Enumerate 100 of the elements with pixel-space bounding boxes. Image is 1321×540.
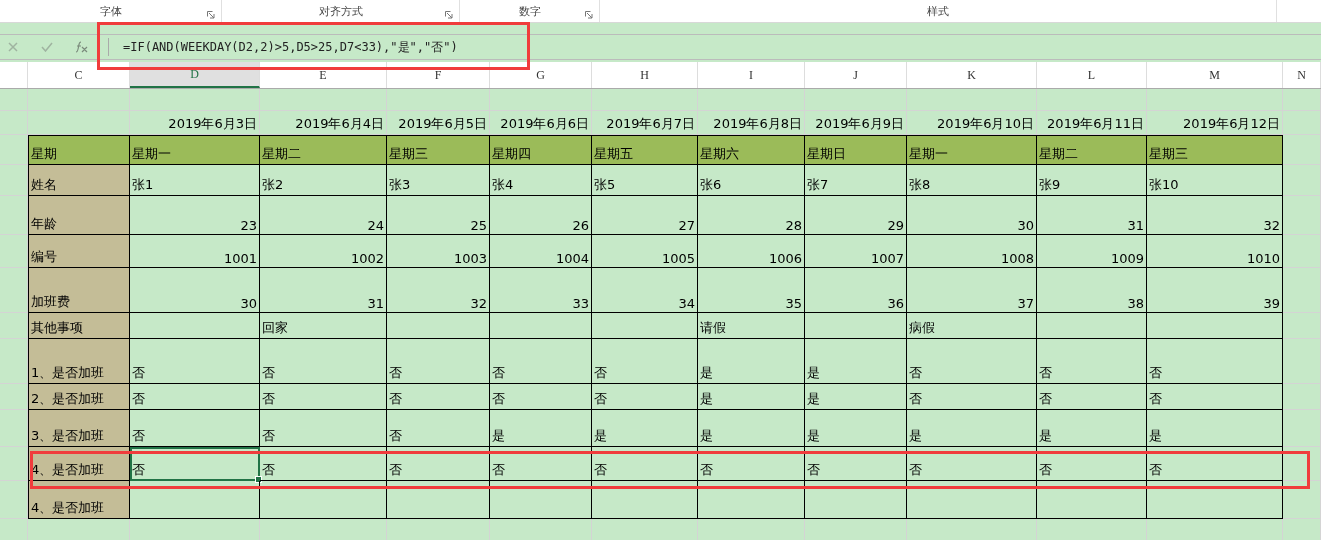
- table-cell: 否: [260, 410, 387, 447]
- table-cell: 1002: [260, 235, 387, 268]
- table-cell: 张8: [907, 165, 1037, 196]
- table-cell: 否: [1147, 384, 1283, 410]
- table-cell: 35: [698, 268, 805, 313]
- empty-cell: [1283, 313, 1321, 339]
- empty-cell: [1283, 268, 1321, 313]
- row-label-cell: 2、是否加班: [28, 384, 130, 410]
- table-cell: 星期六: [698, 135, 805, 165]
- column-header[interactable]: G: [490, 62, 592, 88]
- ribbon-group-label: 字体: [99, 3, 122, 19]
- table-cell: 张7: [805, 165, 907, 196]
- column-header[interactable]: J: [805, 62, 907, 88]
- empty-cell: [1283, 196, 1321, 235]
- table-cell: 否: [490, 339, 592, 384]
- table-cell: 张2: [260, 165, 387, 196]
- table-cell: 是: [805, 339, 907, 384]
- table-cell: 是: [1037, 410, 1147, 447]
- table-cell: 星期二: [1037, 135, 1147, 165]
- empty-cell: [1283, 410, 1321, 447]
- table-cell: 26: [490, 196, 592, 235]
- column-header[interactable]: N: [1283, 62, 1321, 88]
- table-cell: 1009: [1037, 235, 1147, 268]
- table-cell: 否: [698, 447, 805, 481]
- column-header[interactable]: L: [1037, 62, 1147, 88]
- table-cell: 否: [387, 384, 490, 410]
- table-cell: 张5: [592, 165, 698, 196]
- table-cell: 否: [907, 447, 1037, 481]
- table-cell: 否: [907, 339, 1037, 384]
- table-cell: 张1: [130, 165, 260, 196]
- table-cell: 是: [805, 410, 907, 447]
- table-cell: 是: [698, 384, 805, 410]
- table-cell: 张9: [1037, 165, 1147, 196]
- table-cell: 否: [490, 447, 592, 481]
- table-cell: 25: [387, 196, 490, 235]
- table-cell: 否: [130, 447, 260, 481]
- table-cell: 否: [805, 447, 907, 481]
- table-cell: 星期二: [260, 135, 387, 165]
- table-cell: 否: [130, 339, 260, 384]
- table-cell: 否: [592, 447, 698, 481]
- table-cell: 病假: [907, 313, 1037, 339]
- column-header[interactable]: K: [907, 62, 1037, 88]
- function-icon[interactable]: [75, 41, 89, 53]
- table-cell: 否: [387, 410, 490, 447]
- column-header[interactable]: F: [387, 62, 490, 88]
- dialog-launcher-icon[interactable]: [445, 11, 453, 19]
- table-cell: 否: [260, 384, 387, 410]
- column-header[interactable]: M: [1147, 62, 1283, 88]
- table-cell: 是: [907, 410, 1037, 447]
- table-cell: 张4: [490, 165, 592, 196]
- table-cell: 否: [260, 447, 387, 481]
- table-cell: 32: [387, 268, 490, 313]
- ribbon-group-label: 数字: [518, 3, 541, 19]
- empty-cell: [1283, 111, 1321, 135]
- table-cell: 1010: [1147, 235, 1283, 268]
- column-header[interactable]: H: [592, 62, 698, 88]
- column-header[interactable]: E: [260, 62, 387, 88]
- table-cell: 否: [130, 384, 260, 410]
- row-label-cell: 4、是否加班: [28, 481, 130, 519]
- table-cell: 星期一: [907, 135, 1037, 165]
- dialog-launcher-icon[interactable]: [207, 11, 215, 19]
- formula-field[interactable]: =IF(AND(WEEKDAY(D2,2)>5,D5>25,D7<33),"是","否"): [109, 38, 458, 56]
- empty-cell: [1283, 339, 1321, 384]
- table-cell: 否: [592, 384, 698, 410]
- table-cell: 39: [1147, 268, 1283, 313]
- table-cell: 38: [1037, 268, 1147, 313]
- dialog-launcher-icon[interactable]: [585, 11, 593, 19]
- table-cell: 否: [130, 410, 260, 447]
- table-cell: 星期日: [805, 135, 907, 165]
- table-cell: 是: [592, 410, 698, 447]
- empty-cell: [1283, 447, 1321, 481]
- row-label-cell: 1、是否加班: [28, 339, 130, 384]
- column-header[interactable]: I: [698, 62, 805, 88]
- table-cell: 31: [1037, 196, 1147, 235]
- table-cell: 27: [592, 196, 698, 235]
- table-cell: 否: [1147, 447, 1283, 481]
- table-cell: 星期五: [592, 135, 698, 165]
- checkmark-icon[interactable]: [41, 41, 53, 53]
- row-label-cell: 星期: [28, 135, 130, 165]
- table-cell: 星期一: [130, 135, 260, 165]
- row-label-cell: 姓名: [28, 165, 130, 196]
- table-cell: 否: [1147, 339, 1283, 384]
- table-cell: 否: [387, 339, 490, 384]
- table-cell: 28: [698, 196, 805, 235]
- table-cell: 星期三: [1147, 135, 1283, 165]
- column-header[interactable]: D: [130, 62, 260, 88]
- table-cell: 是: [698, 339, 805, 384]
- empty-cell: [0, 111, 28, 135]
- row-label-cell: 加班费: [28, 268, 130, 313]
- table-cell: 否: [1037, 339, 1147, 384]
- table-cell: 否: [260, 339, 387, 384]
- table-cell: 回家: [260, 313, 387, 339]
- table-cell: 30: [130, 268, 260, 313]
- table-cell: 32: [1147, 196, 1283, 235]
- table-cell: 否: [1037, 384, 1147, 410]
- table-cell: 张3: [387, 165, 490, 196]
- table-cell: 33: [490, 268, 592, 313]
- table-cell: 否: [907, 384, 1037, 410]
- row-label-cell: 3、是否加班: [28, 410, 130, 447]
- empty-cell: [1283, 89, 1321, 111]
